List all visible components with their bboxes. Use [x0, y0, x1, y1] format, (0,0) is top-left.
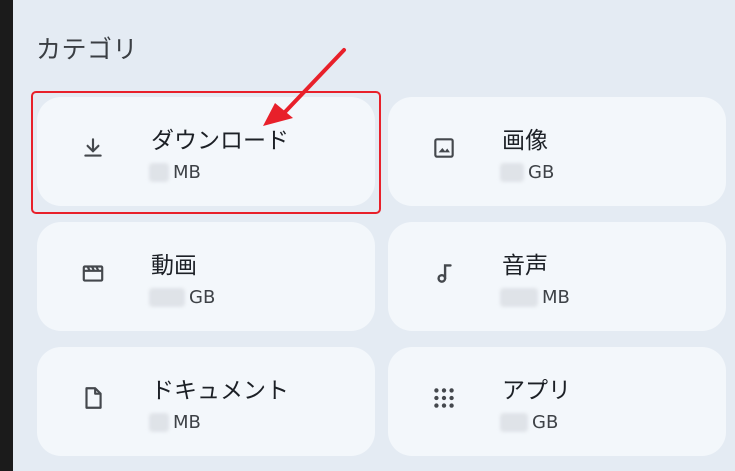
- pointer-arrow: [263, 48, 346, 126]
